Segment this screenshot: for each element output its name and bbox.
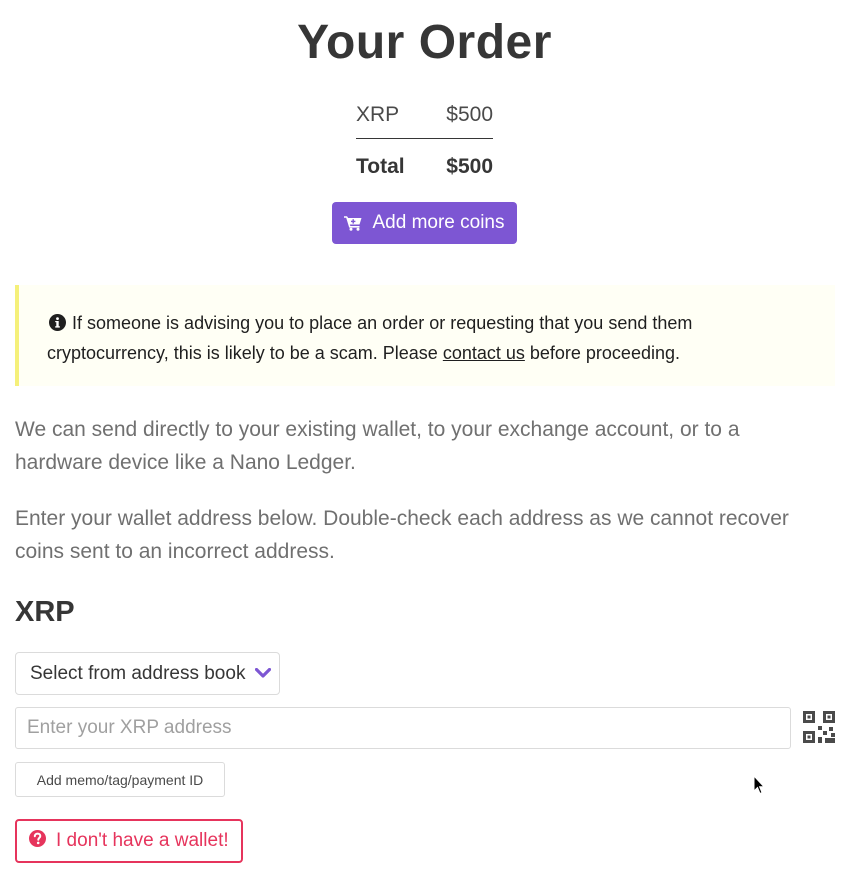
- chevron-down-icon: [255, 663, 272, 685]
- page-title: Your Order: [297, 16, 552, 69]
- scam-warning-notice: If someone is advising you to place an o…: [15, 285, 835, 386]
- order-total-row: Total $500: [356, 139, 493, 195]
- question-circle-icon: [29, 829, 46, 853]
- order-summary: XRP $500 Total $500: [356, 92, 493, 195]
- intro-paragraph-destinations: We can send directly to your existing wa…: [15, 418, 740, 474]
- no-wallet-button[interactable]: I don't have a wallet!: [15, 819, 243, 863]
- notice-text-after: before proceeding.: [524, 343, 680, 363]
- order-total-label: Total: [356, 155, 405, 178]
- intro-paragraph-warning: Enter your wallet address below. Double-…: [15, 507, 789, 563]
- contact-us-link[interactable]: contact us: [443, 343, 525, 363]
- wallet-coin-heading: XRP: [15, 596, 75, 628]
- address-book-label: Select from address book: [30, 662, 246, 684]
- mouse-pointer-icon: [753, 774, 766, 800]
- address-book-dropdown[interactable]: Select from address book: [15, 652, 280, 695]
- add-more-coins-button[interactable]: Add more coins: [332, 202, 517, 244]
- cart-icon: [344, 215, 362, 231]
- order-item-row: XRP $500: [356, 92, 493, 139]
- add-more-coins-label: Add more coins: [372, 212, 505, 233]
- page: Your Order XRP $500 Total $500 Add more …: [0, 0, 849, 877]
- wallet-address-input[interactable]: [15, 707, 791, 749]
- order-item-coin: XRP: [356, 103, 400, 126]
- add-memo-button[interactable]: Add memo/tag/payment ID: [15, 762, 225, 797]
- order-item-amount: $500: [446, 103, 493, 126]
- no-wallet-label: I don't have a wallet!: [56, 830, 229, 851]
- order-total-value: $500: [446, 155, 493, 178]
- info-circle-icon: [49, 311, 66, 339]
- qr-code-icon[interactable]: [803, 711, 835, 743]
